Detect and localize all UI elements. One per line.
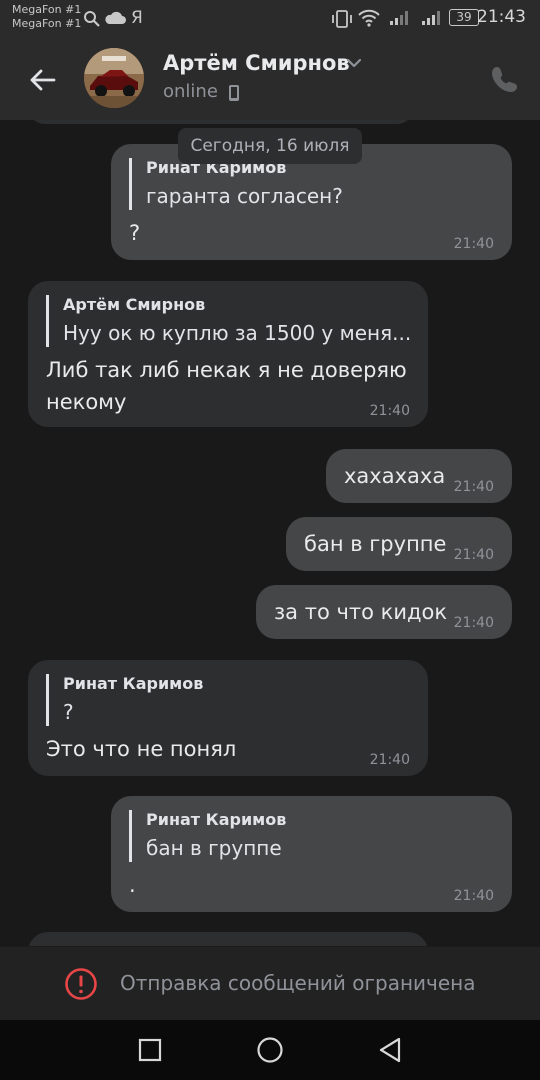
message-text: бан в группе [304, 532, 447, 556]
avatar[interactable] [84, 48, 144, 108]
message-time: 21:40 [453, 547, 494, 563]
triangle-back-icon [379, 1037, 401, 1063]
contact-name[interactable]: Артём Смирнов [163, 51, 350, 75]
reply-author: Ринат Каримов [146, 810, 287, 829]
message-text: . [129, 873, 136, 897]
avatar-car-image [84, 48, 144, 108]
message-time: 21:40 [453, 479, 494, 495]
system-nav-bar [0, 1020, 540, 1080]
carrier-2: MegaFon #1 [12, 17, 82, 30]
home-button[interactable] [254, 1034, 286, 1066]
recents-button[interactable] [134, 1034, 166, 1066]
message-time: 21:40 [453, 236, 494, 252]
reply-author: Артём Смирнов [63, 295, 206, 314]
search-icon [84, 11, 100, 27]
date-divider: Сегодня, 16 июля [178, 128, 362, 164]
message-bubble-partial [28, 120, 414, 124]
message-bubble-partial [28, 932, 428, 946]
message-text: хахахаха [344, 464, 446, 488]
clock: 21:43 [477, 7, 526, 27]
reply-text: ? [63, 700, 74, 724]
signal-icon-1 [390, 11, 408, 25]
message-text-line-1: Либ так либ некак я не доверяю [46, 358, 407, 382]
arrow-left-icon [30, 69, 56, 91]
alert-circle-icon [65, 968, 97, 1000]
battery-level: 39 [456, 10, 472, 24]
yandex-icon: Я [131, 8, 143, 28]
message-bubble-incoming[interactable]: Артём Смирнов Нуу ок ю куплю за 1500 у м… [28, 281, 428, 427]
message-text-line-2: некому [46, 390, 127, 414]
message-list[interactable]: Ринат Каримов гаранта согласен? ? 21:40 … [0, 120, 540, 946]
reply-quote[interactable]: Ринат Каримов гаранта согласен? [129, 158, 343, 210]
reply-text: бан в группе [146, 836, 282, 860]
contact-status: online [163, 81, 218, 102]
message-bubble-outgoing[interactable]: хахахаха 21:40 [326, 449, 512, 503]
carrier-1: MegaFon #1 [12, 3, 82, 16]
battery-icon: 39 [449, 9, 479, 26]
back-nav-button[interactable] [374, 1034, 406, 1066]
message-text: Это что не понял [46, 737, 237, 761]
carrier-labels: MegaFon #1 MegaFon #1 [12, 3, 81, 31]
messaging-restricted-bar: Отправка сообщений ограничена [0, 946, 540, 1020]
message-bubble-outgoing[interactable]: за то что кидок 21:40 [256, 585, 512, 639]
status-bar: MegaFon #1 MegaFon #1 Я 39 21:43 [0, 0, 540, 40]
message-time: 21:40 [453, 615, 494, 631]
back-button[interactable] [22, 62, 62, 98]
chat-header: Артём Смирнов online [0, 40, 540, 120]
signal-icon-2 [422, 11, 440, 25]
cloud-icon [105, 11, 126, 24]
message-time: 21:40 [453, 888, 494, 904]
message-text: за то что кидок [274, 600, 448, 624]
phone-icon[interactable] [488, 62, 522, 96]
chevron-down-icon[interactable] [346, 58, 362, 68]
message-time: 21:40 [369, 752, 410, 768]
wifi-icon [358, 9, 380, 27]
message-bubble-outgoing[interactable]: Ринат Каримов бан в группе . 21:40 [111, 796, 512, 912]
message-bubble-incoming[interactable]: Ринат Каримов ? Это что не понял 21:40 [28, 660, 428, 776]
message-text: ? [129, 221, 141, 245]
vibrate-icon [332, 10, 352, 28]
square-icon [138, 1038, 162, 1062]
mobile-phone-icon [229, 85, 239, 101]
circle-icon [257, 1037, 283, 1063]
restriction-text: Отправка сообщений ограничена [120, 971, 476, 995]
reply-quote[interactable]: Артём Смирнов Нуу ок ю куплю за 1500 у м… [46, 295, 411, 347]
message-bubble-outgoing[interactable]: бан в группе 21:40 [286, 517, 512, 571]
reply-quote[interactable]: Ринат Каримов бан в группе [129, 810, 286, 862]
reply-text: Нуу ок ю куплю за 1500 у меня... [63, 321, 412, 345]
reply-text: гаранта согласен? [146, 184, 343, 208]
message-time: 21:40 [369, 403, 410, 419]
reply-author: Ринат Каримов [63, 674, 204, 693]
reply-quote[interactable]: Ринат Каримов ? [46, 674, 203, 726]
